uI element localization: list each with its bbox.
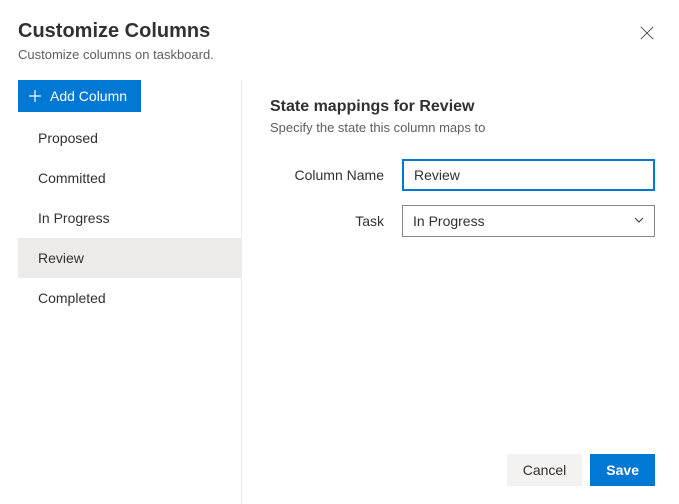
- sidebar-item-completed[interactable]: Completed: [18, 278, 241, 318]
- dialog-footer: Cancel Save: [507, 454, 655, 486]
- close-icon: [640, 26, 654, 43]
- dialog-title: Customize Columns: [18, 20, 655, 43]
- section-title: State mappings for Review: [270, 98, 655, 116]
- column-name-label: Column Name: [270, 167, 402, 183]
- add-column-label: Add Column: [50, 88, 127, 104]
- task-row: Task In Progress: [270, 205, 655, 237]
- column-name-input[interactable]: [402, 159, 655, 191]
- column-name-row: Column Name: [270, 159, 655, 191]
- close-button[interactable]: [635, 22, 659, 46]
- task-label: Task: [270, 213, 402, 229]
- task-select[interactable]: In Progress: [402, 205, 655, 237]
- content-panel: State mappings for Review Specify the st…: [242, 80, 655, 504]
- section-subtitle: Specify the state this column maps to: [270, 120, 655, 135]
- dialog-header: Customize Columns Customize columns on t…: [18, 20, 655, 62]
- column-list: Proposed Committed In Progress Review Co…: [18, 118, 241, 318]
- sidebar: Add Column Proposed Committed In Progres…: [18, 80, 242, 504]
- customize-columns-dialog: Customize Columns Customize columns on t…: [0, 0, 679, 504]
- cancel-button[interactable]: Cancel: [507, 454, 583, 486]
- plus-icon: [28, 89, 42, 103]
- task-select-value: In Progress: [413, 213, 485, 229]
- save-button[interactable]: Save: [590, 454, 655, 486]
- sidebar-item-committed[interactable]: Committed: [18, 158, 241, 198]
- add-column-button[interactable]: Add Column: [18, 80, 141, 112]
- sidebar-item-proposed[interactable]: Proposed: [18, 118, 241, 158]
- dialog-body: Add Column Proposed Committed In Progres…: [18, 80, 655, 504]
- dialog-subtitle: Customize columns on taskboard.: [18, 47, 655, 62]
- sidebar-item-review[interactable]: Review: [18, 238, 241, 278]
- sidebar-item-in-progress[interactable]: In Progress: [18, 198, 241, 238]
